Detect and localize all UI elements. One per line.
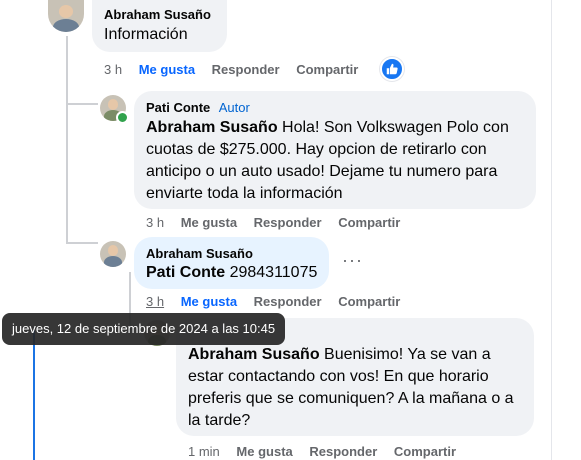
comment-text: Pati Conte 2984311075 — [146, 264, 318, 281]
thread-line — [66, 36, 68, 244]
scrollbar-track[interactable] — [551, 0, 552, 460]
share-button[interactable]: Compartir — [338, 294, 400, 309]
share-button[interactable]: Compartir — [338, 215, 400, 230]
comment-timestamp[interactable]: 3 h — [146, 294, 164, 309]
comment-text: Información — [104, 26, 188, 43]
reply-button[interactable]: Responder — [254, 294, 322, 309]
comment-actions: 3 h Me gusta Responder Compartir — [104, 62, 371, 77]
comment-actions: 1 min Me gusta Responder Compartir — [188, 444, 469, 459]
like-button[interactable]: Me gusta — [139, 62, 195, 77]
comment-bubble: Abraham Susaño Pati Conte 2984311075 — [134, 237, 329, 289]
reply-button[interactable]: Responder — [212, 62, 280, 77]
like-reaction-badge[interactable] — [380, 57, 404, 81]
reply-button[interactable]: Responder — [309, 444, 377, 459]
comment-timestamp[interactable]: 3 h — [104, 62, 122, 77]
comment-author[interactable]: Abraham Susaño — [146, 246, 253, 261]
reply-button[interactable]: Responder — [254, 215, 322, 230]
comment-timestamp[interactable]: 3 h — [146, 215, 164, 230]
mention-link[interactable]: Abraham Susaño — [188, 346, 320, 363]
comment-actions: 3 h Me gusta Responder Compartir — [146, 215, 413, 230]
mention-link[interactable]: Abraham Susaño — [146, 119, 278, 136]
comment-timestamp[interactable]: 1 min — [188, 444, 220, 459]
thread-line — [33, 330, 35, 460]
comment-actions: 3 h Me gusta Responder Compartir — [146, 294, 413, 309]
comment-text: Abraham Susaño Buenisimo! Ya se van a es… — [188, 346, 514, 429]
like-button[interactable]: Me gusta — [181, 294, 237, 309]
thread-line — [66, 103, 98, 105]
timestamp-tooltip: jueves, 12 de septiembre de 2024 a las 1… — [2, 313, 286, 345]
online-status-indicator — [116, 111, 129, 124]
thumbs-up-icon — [386, 63, 398, 75]
comment-author[interactable]: Abraham Susaño — [104, 7, 211, 22]
comment-bubble: Abraham Susaño Información — [92, 0, 227, 52]
share-button[interactable]: Compartir — [394, 444, 456, 459]
share-button[interactable]: Compartir — [296, 62, 358, 77]
comment-author[interactable]: Pati Conte — [146, 100, 210, 115]
avatar[interactable] — [48, 0, 84, 32]
more-options-button[interactable]: ··· — [342, 250, 363, 271]
comment-text: Abraham Susaño Hola! Son Volkswagen Polo… — [146, 119, 509, 202]
comment-bubble: Pati Conte Autor Abraham Susaño Hola! So… — [134, 91, 536, 209]
avatar[interactable] — [100, 241, 126, 267]
like-button[interactable]: Me gusta — [236, 444, 292, 459]
mention-link[interactable]: Pati Conte — [146, 264, 225, 281]
like-button[interactable]: Me gusta — [181, 215, 237, 230]
comment-header: Pati Conte Autor — [146, 99, 250, 117]
thread-line — [66, 242, 98, 244]
author-badge: Autor — [218, 100, 250, 115]
